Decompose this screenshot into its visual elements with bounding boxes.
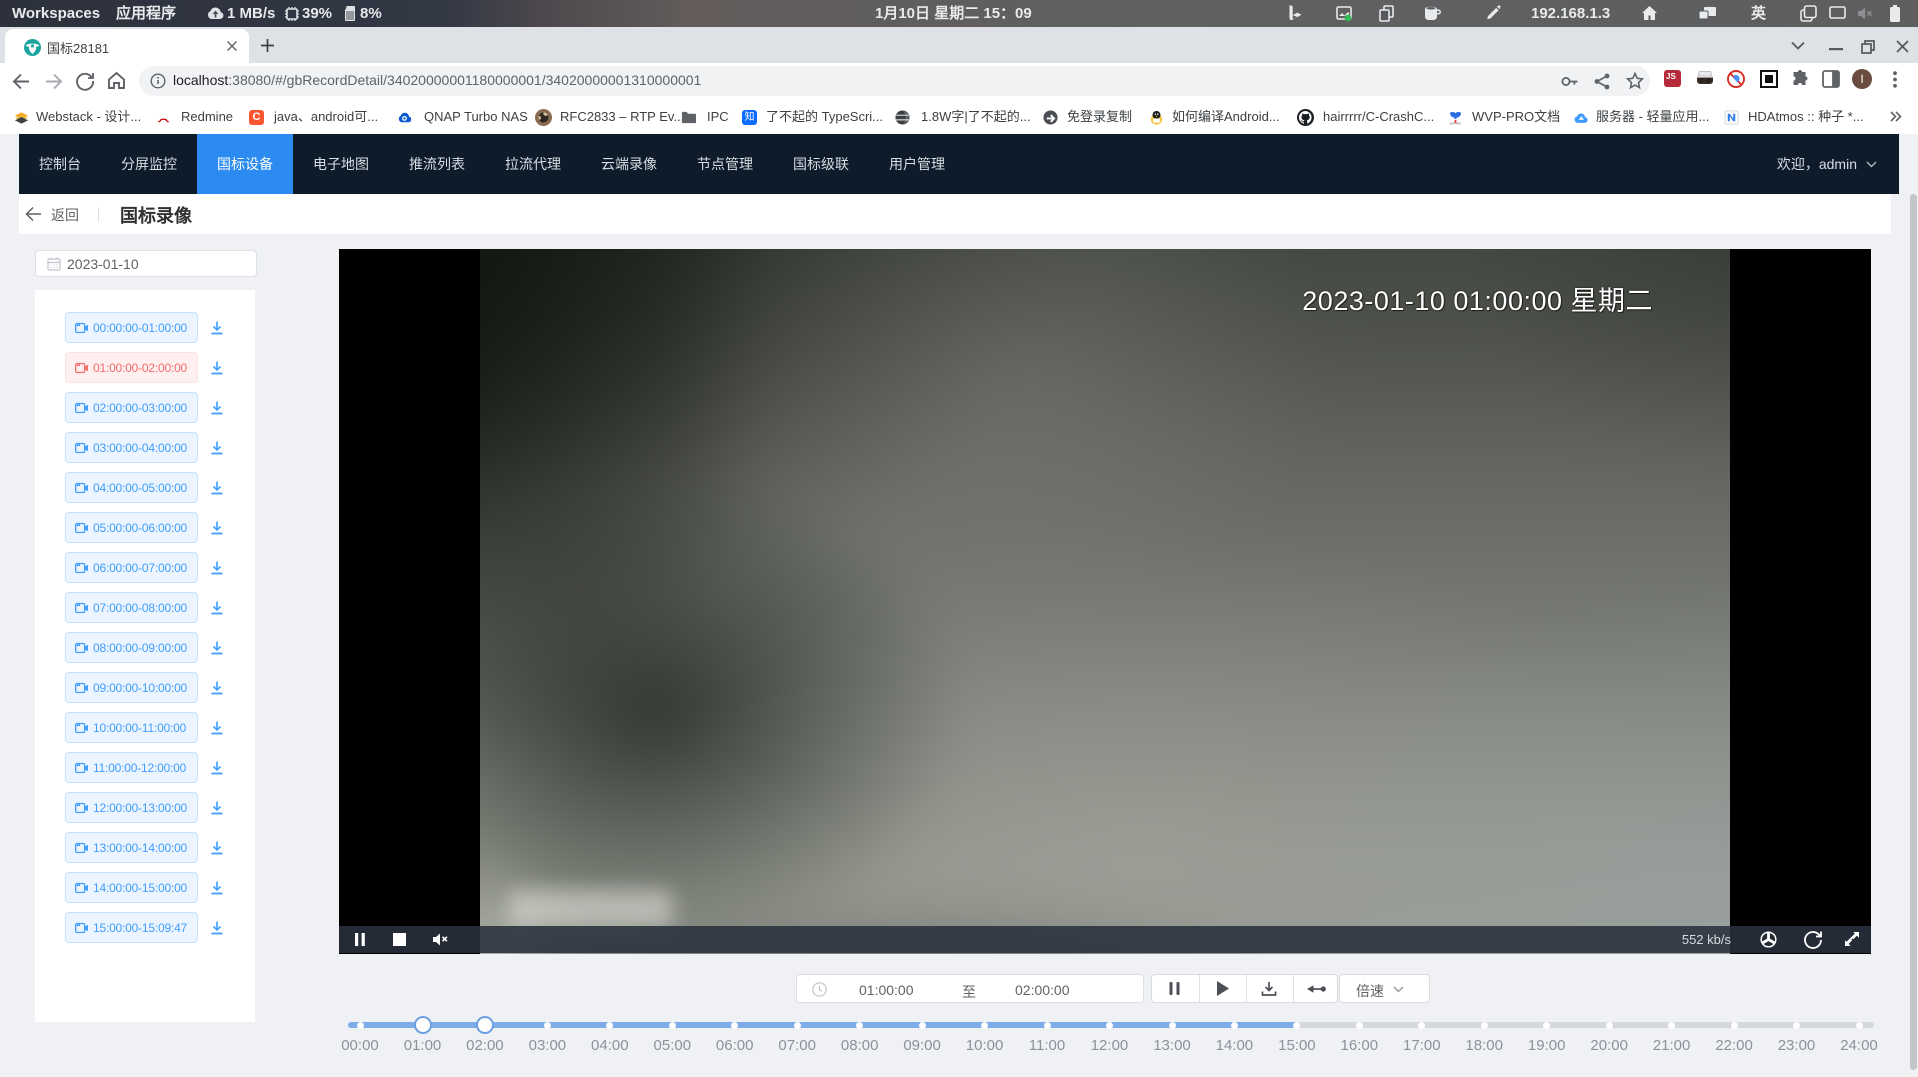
svg-text:WVP·PRO: WVP·PRO bbox=[1450, 123, 1462, 125]
